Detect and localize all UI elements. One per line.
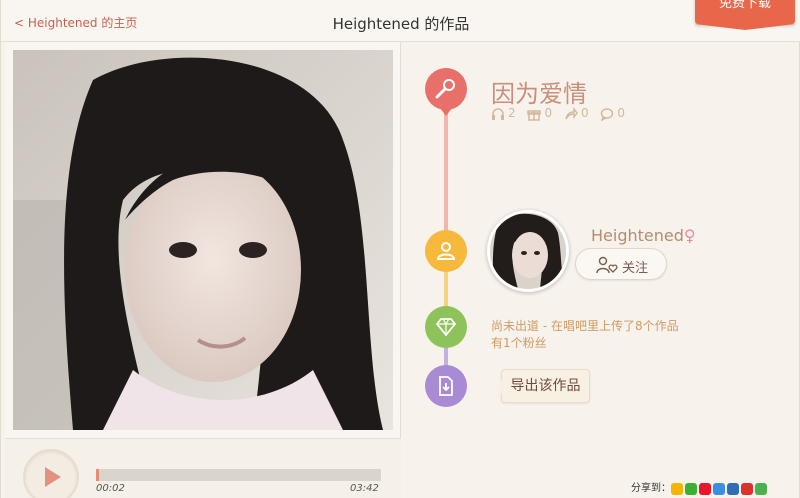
info-fans[interactable]: 有1个粉丝 [491,334,547,351]
gift-icon [527,110,542,121]
export-file-icon [439,376,453,396]
play-icon [45,467,61,487]
share-count-value: 0 [580,106,589,121]
page-title: Heightened 的作品 [332,15,470,33]
progress-fill [96,469,99,481]
page: < Heightened 的主页 Heightened 的作品 免费下载 00:… [0,0,800,498]
song-node-pointer [437,104,455,116]
avatar-image [490,213,566,289]
follow-label: 关注 [622,261,649,276]
cover-photo [13,50,393,430]
progress-bar[interactable] [96,469,381,481]
share-arrow-icon [565,106,578,120]
cover-photo-image [13,50,393,430]
info-node [425,306,467,348]
current-time: 00:02 [96,483,125,494]
song-title: 因为爱情 [491,80,587,108]
play-button[interactable] [23,449,79,498]
username-text: Heightened [591,226,684,245]
total-time: 03:42 [350,483,379,494]
share-renren-icon[interactable] [727,482,739,495]
share-wechat-icon[interactable] [685,482,697,495]
female-icon: ♀ [683,226,696,245]
export-node [425,365,467,407]
free-download-button[interactable]: 免费下载 [695,0,795,30]
share-douban-icon[interactable] [741,482,753,495]
share-icons [671,478,769,497]
timeline-segment-info [444,347,448,367]
share-weibo-icon[interactable] [699,482,711,495]
diamond-icon [435,318,457,337]
follow-button[interactable]: 关注 [575,248,667,280]
top-bar: < Heightened 的主页 Heightened 的作品 [1,0,800,42]
audio-player: 00:02 03:42 [5,438,401,498]
info-uploads: 尚未出道 - 在唱吧里上传了8个作品 [491,319,679,333]
user-node [425,230,467,272]
headphones-icon [492,108,504,120]
follow-user-heart-icon [596,256,618,274]
share-more-icon[interactable] [755,482,767,495]
user-icon [436,242,456,260]
listen-count: 2 [491,106,516,121]
comment-count: 0 [600,106,626,122]
username[interactable]: Heightened♀ [591,226,696,245]
share-label: 分享到： [631,483,671,494]
gift-count: 0 [527,106,552,121]
microphone-icon [435,79,455,99]
comment-icon [601,108,614,122]
avatar[interactable] [487,210,569,292]
timeline-segment-song [444,112,448,232]
timeline-segment-user [444,270,448,308]
share-qzone-icon[interactable] [671,482,683,495]
share-tencent-weibo-icon[interactable] [713,482,725,495]
share-count: 0 [564,106,589,121]
comment-count-value: 0 [617,106,626,121]
gift-count-value: 0 [544,106,553,121]
song-stats: 2 0 0 0 [491,106,633,122]
export-work-button[interactable]: 导出该作品 [495,369,590,403]
left-panel: 00:02 03:42 [5,42,401,498]
listen-count-value: 2 [508,106,516,121]
